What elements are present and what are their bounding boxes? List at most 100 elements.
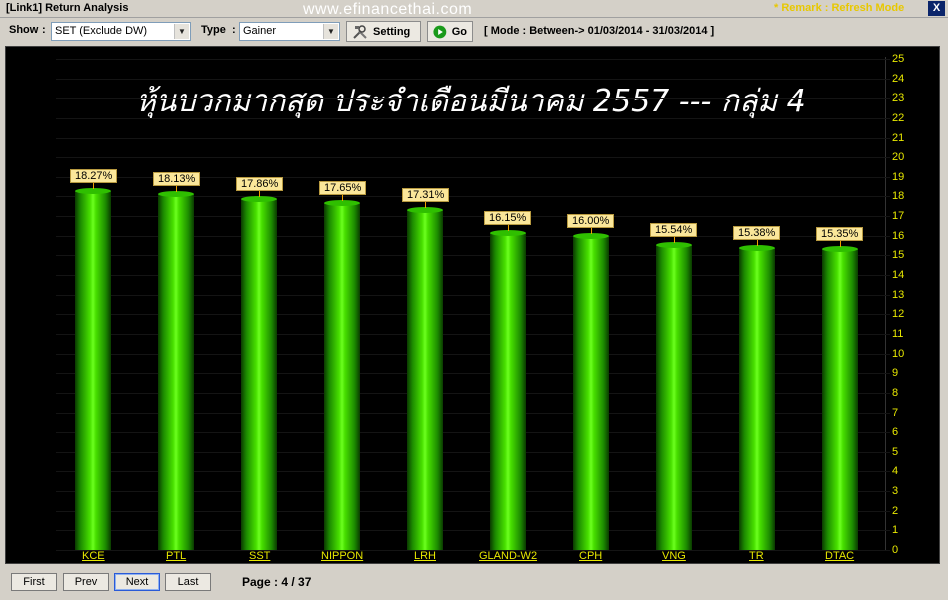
y-tick-label: 21	[892, 132, 905, 144]
chevron-down-icon[interactable]: ▼	[174, 24, 189, 39]
y-tick-label: 12	[892, 308, 905, 320]
mode-range-text: [ Mode : Between-> 01/03/2014 - 31/03/20…	[484, 25, 715, 37]
gridline	[56, 79, 890, 80]
x-category-link[interactable]: KCE	[82, 550, 105, 562]
value-label-leader	[93, 183, 94, 189]
y-tick-label: 7	[892, 407, 899, 419]
gridline	[56, 59, 890, 60]
x-category-link[interactable]: DTAC	[825, 550, 854, 562]
show-select[interactable]: SET (Exclude DW) ▼	[51, 22, 191, 41]
value-label: 15.54%	[650, 223, 698, 237]
show-select-value: SET (Exclude DW)	[55, 25, 148, 37]
y-tick-label: 17	[892, 210, 905, 222]
chevron-down-icon[interactable]: ▼	[323, 24, 338, 39]
value-label: 17.31%	[402, 188, 450, 202]
value-label-leader	[674, 237, 675, 243]
value-label: 15.35%	[816, 227, 864, 241]
value-label: 16.00%	[567, 214, 615, 228]
y-tick-label: 20	[892, 151, 905, 163]
value-label-leader	[508, 225, 509, 231]
window-title: [Link1] Return Analysis	[6, 2, 129, 14]
y-tick-label: 24	[892, 73, 905, 85]
first-page-button[interactable]: First	[11, 573, 57, 591]
play-icon	[433, 25, 447, 38]
y-tick-label: 23	[892, 92, 905, 104]
y-tick-label: 16	[892, 230, 905, 242]
value-label: 17.86%	[236, 177, 284, 191]
footer-nav: First Prev Next Last Page : 4 / 37	[0, 566, 948, 600]
close-button[interactable]: X	[928, 1, 945, 16]
value-label-leader	[259, 191, 260, 197]
y-tick-label: 3	[892, 485, 899, 497]
gridline	[56, 98, 890, 99]
y-tick-label: 2	[892, 505, 899, 517]
y-tick-label: 4	[892, 465, 899, 477]
x-category-link[interactable]: SST	[249, 550, 270, 562]
y-tick-label: 9	[892, 367, 899, 379]
type-select-value: Gainer	[243, 25, 277, 37]
value-label-leader	[840, 241, 841, 247]
show-label: Show	[9, 24, 39, 36]
y-tick-label: 6	[892, 426, 899, 438]
value-label: 15.38%	[733, 226, 781, 240]
go-button-label: Go	[451, 25, 467, 38]
x-category-link[interactable]: CPH	[579, 550, 602, 562]
y-tick-label: 0	[892, 544, 899, 556]
y-tick-label: 22	[892, 112, 905, 124]
gridline	[56, 118, 890, 119]
value-label-leader	[176, 186, 177, 192]
type-select[interactable]: Gainer ▼	[239, 22, 340, 41]
bar-nippon[interactable]	[324, 203, 360, 550]
x-category-link[interactable]: PTL	[166, 550, 186, 562]
next-page-button[interactable]: Next	[114, 573, 160, 591]
value-label-leader	[591, 228, 592, 234]
remark-text: * Remark : Refresh Mode	[774, 2, 905, 14]
toolbar: Show : SET (Exclude DW) ▼ Type : Gainer …	[0, 19, 948, 45]
bar-lrh[interactable]	[407, 210, 443, 550]
y-tick-label: 5	[892, 446, 899, 458]
value-label: 16.15%	[484, 211, 532, 225]
y-tick-label: 25	[892, 53, 905, 65]
x-category-link[interactable]: GLAND-W2	[479, 550, 537, 562]
gridline	[56, 138, 890, 139]
y-tick-label: 18	[892, 190, 905, 202]
y-tick-label: 14	[892, 269, 905, 281]
y-tick-label: 10	[892, 348, 905, 360]
x-category-link[interactable]: TR	[749, 550, 764, 562]
tools-icon	[353, 24, 367, 39]
page-indicator: Page : 4 / 37	[242, 575, 312, 589]
value-label-leader	[757, 240, 758, 246]
value-label-leader	[342, 195, 343, 201]
bar-vng[interactable]	[656, 245, 692, 550]
prev-page-button[interactable]: Prev	[63, 573, 109, 591]
go-button[interactable]: Go	[427, 21, 473, 42]
y-tick-label: 13	[892, 289, 905, 301]
bar-kce[interactable]	[75, 191, 111, 550]
x-category-link[interactable]: LRH	[414, 550, 436, 562]
value-label-leader	[425, 202, 426, 208]
bar-sst[interactable]	[241, 199, 277, 550]
setting-button[interactable]: Setting	[346, 21, 421, 42]
y-tick-label: 11	[892, 328, 904, 340]
bar-tr[interactable]	[739, 248, 775, 550]
gridline	[56, 157, 890, 158]
y-tick-label: 15	[892, 249, 905, 261]
x-category-link[interactable]: VNG	[662, 550, 686, 562]
title-bar: [Link1] Return Analysis www.efinancethai…	[0, 0, 948, 18]
last-page-button[interactable]: Last	[165, 573, 211, 591]
website-watermark: www.efinancethai.com	[303, 1, 473, 18]
bar-dtac[interactable]	[822, 249, 858, 550]
show-colon: :	[42, 24, 46, 36]
value-label: 18.27%	[70, 169, 118, 183]
chart-area: หุ้นบวกมากสุด ประจำเดือนมีนาคม 2557 --- …	[5, 46, 940, 564]
bar-cph[interactable]	[573, 236, 609, 550]
value-label: 17.65%	[319, 181, 367, 195]
value-label: 18.13%	[153, 172, 201, 186]
bar-ptl[interactable]	[158, 194, 194, 550]
x-category-link[interactable]: NIPPON	[321, 550, 363, 562]
bar-gland-w2[interactable]	[490, 233, 526, 550]
y-tick-label: 8	[892, 387, 899, 399]
y-axis-line	[885, 57, 886, 551]
y-tick-label: 1	[892, 524, 899, 536]
type-colon: :	[232, 24, 236, 36]
